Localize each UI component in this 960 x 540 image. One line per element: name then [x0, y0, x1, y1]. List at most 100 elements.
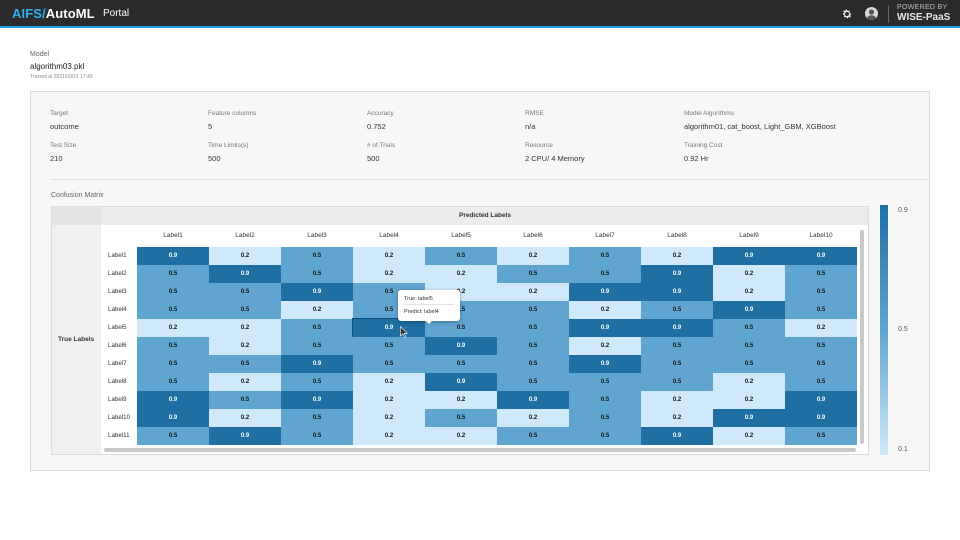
matrix-cell[interactable]: 0.5 [209, 391, 281, 409]
matrix-cell[interactable]: 0.2 [425, 265, 497, 283]
matrix-cell[interactable]: 0.9 [497, 391, 569, 409]
matrix-cell[interactable]: 0.9 [209, 427, 281, 445]
matrix-cell[interactable]: 0.2 [497, 409, 569, 427]
matrix-cell[interactable]: 0.5 [641, 355, 713, 373]
avatar-icon[interactable] [865, 7, 878, 20]
matrix-cell[interactable]: 0.5 [281, 265, 353, 283]
matrix-cell[interactable]: 0.2 [209, 319, 281, 337]
matrix-cell[interactable]: 0.2 [713, 265, 785, 283]
matrix-cell[interactable]: 0.9 [641, 265, 713, 283]
matrix-cell[interactable]: 0.2 [713, 427, 785, 445]
matrix-cell[interactable]: 0.2 [353, 373, 425, 391]
matrix-cell[interactable]: 0.5 [569, 409, 641, 427]
matrix-cell[interactable]: 0.5 [785, 355, 857, 373]
matrix-cell[interactable]: 0.9 [352, 318, 426, 338]
matrix-cell[interactable]: 0.9 [641, 283, 713, 301]
matrix-cell[interactable]: 0.5 [137, 427, 209, 445]
matrix-cell[interactable]: 0.5 [281, 373, 353, 391]
gear-icon[interactable] [841, 8, 853, 20]
matrix-cell[interactable]: 0.9 [713, 409, 785, 427]
matrix-cell[interactable]: 0.5 [785, 265, 857, 283]
matrix-cell[interactable]: 0.5 [713, 355, 785, 373]
matrix-cell[interactable]: 0.5 [641, 337, 713, 355]
matrix-cell[interactable]: 0.2 [569, 301, 641, 319]
matrix-cell[interactable]: 0.9 [713, 301, 785, 319]
matrix-cell[interactable]: 0.5 [785, 337, 857, 355]
matrix-cell[interactable]: 0.9 [137, 391, 209, 409]
matrix-cell[interactable]: 0.5 [713, 337, 785, 355]
matrix-cell[interactable]: 0.2 [497, 283, 569, 301]
matrix-cell[interactable]: 0.2 [641, 247, 713, 265]
matrix-cell[interactable]: 0.9 [137, 247, 209, 265]
matrix-cell[interactable]: 0.9 [785, 409, 857, 427]
matrix-cell[interactable]: 0.5 [281, 409, 353, 427]
matrix-cell[interactable]: 0.2 [209, 409, 281, 427]
matrix-cell[interactable]: 0.5 [353, 355, 425, 373]
matrix-cell[interactable]: 0.5 [281, 427, 353, 445]
matrix-cell[interactable]: 0.5 [497, 355, 569, 373]
matrix-cell[interactable]: 0.5 [137, 265, 209, 283]
matrix-cell[interactable]: 0.5 [137, 283, 209, 301]
matrix-cell[interactable]: 0.5 [569, 427, 641, 445]
matrix-cell[interactable]: 0.5 [641, 301, 713, 319]
matrix-cell[interactable]: 0.2 [209, 373, 281, 391]
matrix-cell[interactable]: 0.9 [641, 319, 713, 337]
matrix-cell[interactable]: 0.5 [137, 355, 209, 373]
matrix-cell[interactable]: 0.5 [785, 283, 857, 301]
matrix-cell[interactable]: 0.5 [569, 391, 641, 409]
matrix-cell[interactable]: 0.2 [209, 247, 281, 265]
matrix-cell[interactable]: 0.9 [281, 355, 353, 373]
matrix-cell[interactable]: 0.5 [785, 301, 857, 319]
matrix-cell[interactable]: 0.5 [569, 265, 641, 283]
matrix-cell[interactable]: 0.2 [353, 247, 425, 265]
matrix-cell[interactable]: 0.9 [785, 391, 857, 409]
matrix-cell[interactable]: 0.5 [497, 427, 569, 445]
matrix-cell[interactable]: 0.2 [353, 427, 425, 445]
matrix-cell[interactable]: 0.2 [353, 391, 425, 409]
matrix-cell[interactable]: 0.2 [209, 337, 281, 355]
matrix-cell[interactable]: 0.2 [641, 409, 713, 427]
matrix-cell[interactable]: 0.2 [353, 265, 425, 283]
matrix-cell[interactable]: 0.2 [713, 283, 785, 301]
matrix-cell[interactable]: 0.9 [641, 427, 713, 445]
matrix-cell[interactable]: 0.9 [137, 409, 209, 427]
matrix-cell[interactable]: 0.5 [785, 427, 857, 445]
matrix-cell[interactable]: 0.5 [497, 373, 569, 391]
matrix-cell[interactable]: 0.5 [641, 373, 713, 391]
matrix-cell[interactable]: 0.2 [713, 373, 785, 391]
matrix-cell[interactable]: 0.5 [497, 301, 569, 319]
matrix-cell[interactable]: 0.5 [497, 337, 569, 355]
matrix-cell[interactable]: 0.2 [713, 391, 785, 409]
matrix-cell[interactable]: 0.2 [281, 301, 353, 319]
matrix-cell[interactable]: 0.2 [785, 319, 857, 337]
matrix-cell[interactable]: 0.9 [209, 265, 281, 283]
matrix-cell[interactable]: 0.5 [137, 337, 209, 355]
matrix-cell[interactable]: 0.9 [425, 373, 497, 391]
matrix-cell[interactable]: 0.5 [425, 319, 497, 337]
matrix-cell[interactable]: 0.2 [353, 409, 425, 427]
brand-logo[interactable]: AIFS/AutoML [12, 6, 95, 21]
matrix-cell[interactable]: 0.2 [569, 337, 641, 355]
matrix-cell[interactable]: 0.5 [137, 373, 209, 391]
matrix-cell[interactable]: 0.9 [569, 355, 641, 373]
matrix-cell[interactable]: 0.9 [281, 283, 353, 301]
matrix-cell[interactable]: 0.2 [497, 247, 569, 265]
matrix-cell[interactable]: 0.2 [425, 391, 497, 409]
matrix-cell[interactable]: 0.5 [497, 265, 569, 283]
matrix-cell[interactable]: 0.9 [569, 319, 641, 337]
matrix-cell[interactable]: 0.5 [569, 373, 641, 391]
matrix-cell[interactable]: 0.5 [713, 319, 785, 337]
matrix-cell[interactable]: 0.5 [425, 409, 497, 427]
matrix-cell[interactable]: 0.5 [209, 283, 281, 301]
matrix-cell[interactable]: 0.5 [137, 301, 209, 319]
matrix-cell[interactable]: 0.5 [209, 301, 281, 319]
matrix-cell[interactable]: 0.5 [209, 355, 281, 373]
horizontal-scrollbar[interactable] [104, 448, 856, 452]
matrix-cell[interactable]: 0.5 [785, 373, 857, 391]
matrix-cell[interactable]: 0.9 [425, 337, 497, 355]
matrix-cell[interactable]: 0.5 [353, 337, 425, 355]
matrix-cell[interactable]: 0.9 [281, 391, 353, 409]
matrix-cell[interactable]: 0.2 [137, 319, 209, 337]
matrix-cell[interactable]: 0.9 [569, 283, 641, 301]
matrix-cell[interactable]: 0.5 [425, 355, 497, 373]
